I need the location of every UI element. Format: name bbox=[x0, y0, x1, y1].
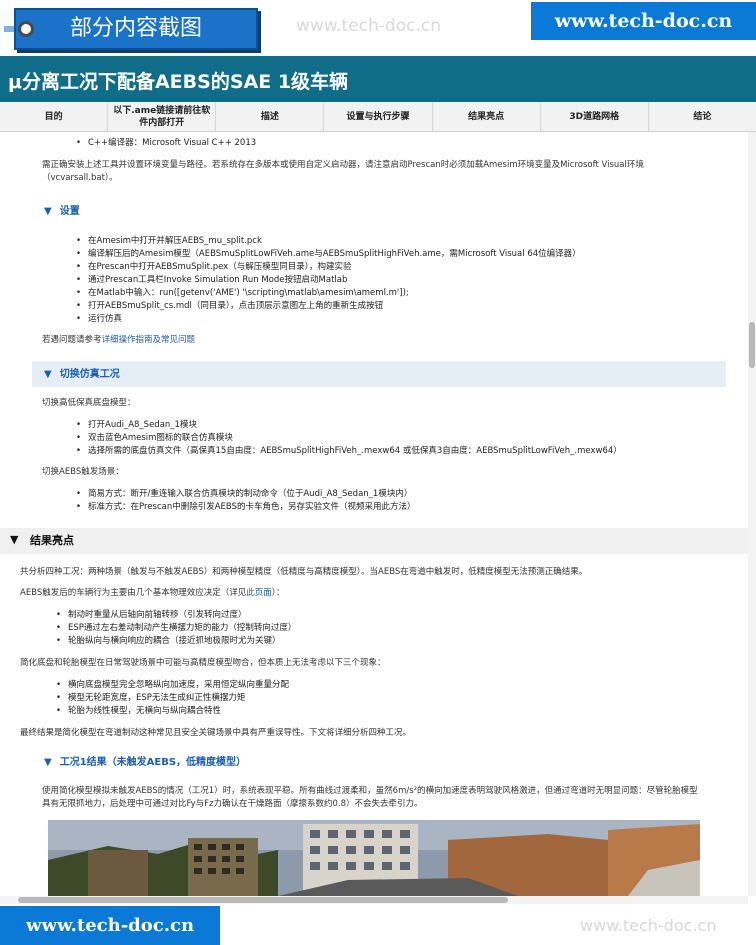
section-nav: 目的 以下.ame链接请前往软件内部打开 描述 设置与执行步骤 结果亮点 3D道… bbox=[0, 102, 756, 132]
mechanism-list: 制动时重量从后轴向前轴转移（引发转向过度） ESP通过左右差动制动产生横摆力矩的… bbox=[56, 609, 736, 648]
tab-3d-road-mesh[interactable]: 3D道路网格 bbox=[541, 102, 649, 131]
pin-icon bbox=[18, 21, 34, 37]
horizontal-scroll-thumb[interactable] bbox=[18, 897, 508, 903]
simplified-intro: 简化底盘和轮胎模型在日常驾驶场景中可能与高精度模型吻合，但本质上无法考虑以下三个… bbox=[20, 658, 386, 668]
list-item: 模型无轮距宽度，ESP无法生成纠正性横摆力矩 bbox=[56, 692, 736, 705]
collapse-triangle-icon: ▼ bbox=[44, 757, 52, 768]
results-section-header[interactable]: ▼ 结果亮点 bbox=[0, 528, 748, 554]
mechanism-link[interactable]: 此页面 bbox=[246, 588, 272, 598]
tab-description[interactable]: 描述 bbox=[216, 102, 325, 131]
page-title: μ分离工况下配备AEBS的SAE 1级车辆 bbox=[8, 71, 349, 93]
trigger-intro: 切换AEBS触发场景： bbox=[42, 467, 124, 477]
tab-ame-links[interactable]: 以下.ame链接请前往软件内部打开 bbox=[108, 102, 217, 131]
help-link[interactable]: 详细操作指南及常见问题 bbox=[102, 335, 196, 345]
switch-section-header[interactable]: ▼ 切换仿真工况 bbox=[32, 361, 726, 387]
case1-text: 使用简化模型模拟未触发AEBS的情况（工况1）时，系统表现平稳。所有曲线过渡柔和… bbox=[42, 786, 698, 809]
list-item: 简易方式：断开/重连输入联合仿真模块的制动命令（位于Audi_A8_Sedan_… bbox=[76, 488, 736, 501]
results-title: 结果亮点 bbox=[30, 534, 74, 547]
list-item: 运行仿真 bbox=[76, 313, 726, 326]
list-item: 横向底盘模型完全忽略纵向加速度，采用恒定纵向重量分配 bbox=[56, 679, 736, 692]
tab-conclusion[interactable]: 结论 bbox=[649, 102, 756, 131]
mechanism-prefix: AEBS触发后的车辆行为主要由几个基本物理效应决定（详见 bbox=[20, 588, 247, 598]
list-item: ESP通过左右差动制动产生横摆力矩的能力（控制转向过度） bbox=[56, 622, 736, 635]
switch-intro: 切换高低保真底盘模型： bbox=[42, 398, 136, 408]
tab-setup-steps[interactable]: 设置与执行步骤 bbox=[324, 102, 433, 131]
case1-header[interactable]: ▼ 工况1结果（未触发AEBS，低精度模型） bbox=[44, 756, 246, 769]
site-badge[interactable]: www.tech-doc.cn bbox=[531, 2, 756, 40]
list-item: 在Amesim中打开并解压AEBS_mu_split.pck bbox=[76, 235, 726, 248]
requirements-list: C++编译器：Microsoft Visual C++ 2013 bbox=[76, 137, 716, 150]
setup-steps: 在Amesim中打开并解压AEBS_mu_split.pck 编译解压后的Ame… bbox=[76, 235, 726, 326]
tab-results[interactable]: 结果亮点 bbox=[433, 102, 541, 131]
footer-site-badge[interactable]: www.tech-doc.cn bbox=[0, 906, 220, 945]
vertical-scrollbar[interactable] bbox=[748, 132, 756, 896]
mechanism-intro: AEBS触发后的车辆行为主要由几个基本物理效应决定（详见此页面）： bbox=[20, 587, 730, 600]
list-item: 标准方式：在Prescan中删除引发AEBS的卡车角色，另存实验文件（视频采用此… bbox=[76, 501, 736, 514]
setup-title: 设置 bbox=[59, 206, 80, 217]
list-item: 双击蓝色Amesim图标的联合仿真模块 bbox=[76, 432, 736, 445]
case1-title: 工况1结果（未触发AEBS，低精度模型） bbox=[59, 757, 247, 768]
page-title-bar: μ分离工况下配备AEBS的SAE 1级车辆 bbox=[0, 56, 756, 102]
list-item: 编译解压后的Amesim模型（AEBSmuSplitLowFiVeh.ame与A… bbox=[76, 248, 726, 261]
help-note: 若遇问题请参考详细操作指南及常见问题 bbox=[42, 334, 702, 347]
mechanism-suffix: ）： bbox=[271, 588, 285, 598]
setup-header[interactable]: ▼ 设置 bbox=[44, 205, 80, 218]
collapse-triangle-icon: ▼ bbox=[44, 369, 52, 380]
help-prefix: 若遇问题请参考 bbox=[42, 335, 102, 345]
top-banner: 部分内容截图 www.tech-doc.cn www.tech-doc.cn bbox=[0, 0, 756, 56]
list-item: 选择所需的底盘仿真文件（高保真15自由度：AEBSmuSplitHighFiVe… bbox=[76, 445, 736, 458]
vertical-scroll-thumb[interactable] bbox=[749, 322, 755, 368]
trigger-steps: 简易方式：断开/重连输入联合仿真模块的制动命令（位于Audi_A8_Sedan_… bbox=[76, 488, 736, 514]
tab-purpose[interactable]: 目的 bbox=[0, 102, 109, 131]
switch-steps: 打开Audi_A8_Sedan_1模块 双击蓝色Amesim图标的联合仿真模块 … bbox=[76, 419, 736, 458]
results-summary: 共分析四种工况：两种场景（触发与不触发AEBS）和两种模型精度（低精度与高精度模… bbox=[20, 567, 588, 577]
main-content[interactable]: C++编译器：Microsoft Visual C++ 2013 需正确安装上述… bbox=[0, 132, 748, 896]
horizontal-scrollbar[interactable] bbox=[0, 896, 748, 904]
list-item: 在Matlab中输入：run([getenv('AME') '\scriptin… bbox=[76, 287, 726, 300]
env-note: 需正确安装上述工具并设置环境变量与路径。若系统存在多版本或使用自定义启动器，请注… bbox=[42, 160, 644, 183]
watermark-top: www.tech-doc.cn bbox=[296, 16, 441, 36]
simplified-list: 横向底盘模型完全忽略纵向加速度，采用恒定纵向重量分配 模型无轮距宽度，ESP无法… bbox=[56, 679, 736, 718]
results-conclusion: 最终结果是简化模型在弯道制动这种常见且安全关键场景中具有严重误导性。下文将详细分… bbox=[20, 728, 412, 738]
collapse-triangle-icon: ▼ bbox=[10, 533, 19, 546]
simulation-scene-image bbox=[48, 820, 700, 896]
list-item: 制动时重量从后轴向前轴转移（引发转向过度） bbox=[56, 609, 736, 622]
list-item: 通过Prescan工具栏Invoke Simulation Run Mode按钮… bbox=[76, 274, 726, 287]
switch-title: 切换仿真工况 bbox=[59, 369, 120, 380]
list-item: 轮胎为线性模型，无横向与纵向耦合特性 bbox=[56, 705, 736, 718]
collapse-triangle-icon: ▼ bbox=[44, 206, 52, 217]
excerpt-badge: 部分内容截图 bbox=[14, 8, 258, 50]
watermark-bottom: www.tech-doc.cn bbox=[580, 916, 717, 935]
list-item: 在Prescan中打开AEBSmuSplit.pex（与解压模型同目录），构建实… bbox=[76, 261, 726, 274]
list-item: C++编译器：Microsoft Visual C++ 2013 bbox=[76, 137, 716, 150]
scene-illustration bbox=[48, 820, 700, 896]
list-item: 打开AEBSmuSplit_cs.mdl（同目录），点击顶层示意图左上角的重新生… bbox=[76, 300, 726, 313]
list-item: 轮胎纵向与横向响应的耦合（接近抓地极限时尤为关键） bbox=[56, 635, 736, 648]
list-item: 打开Audi_A8_Sedan_1模块 bbox=[76, 419, 736, 432]
